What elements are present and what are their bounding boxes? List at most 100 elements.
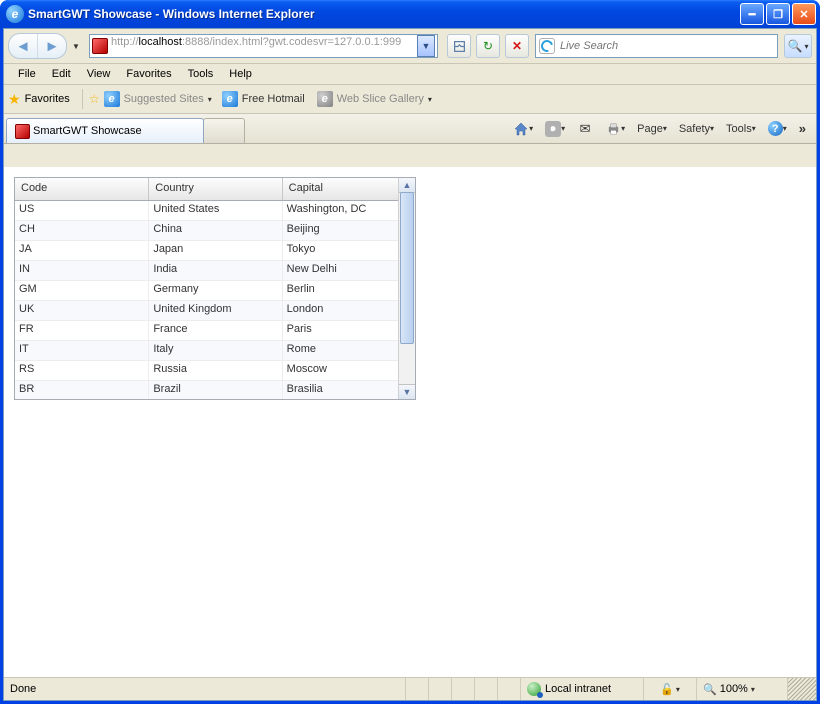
back-button[interactable]: ◄ bbox=[9, 34, 37, 58]
cell-capital: Moscow bbox=[283, 361, 415, 380]
cell-capital: Paris bbox=[283, 321, 415, 340]
col-country[interactable]: Country bbox=[149, 178, 282, 200]
country-grid: Code Country Capital USUnited StatesWash… bbox=[14, 177, 416, 400]
cell-country: Russia bbox=[149, 361, 282, 380]
ie-icon: e bbox=[104, 91, 120, 107]
menu-file[interactable]: File bbox=[10, 66, 44, 82]
cell-code: CH bbox=[15, 221, 149, 240]
safety-menu[interactable]: Safety ▾ bbox=[675, 118, 718, 140]
page-break-icon bbox=[453, 40, 466, 53]
address-bar[interactable]: http://localhost:8888/index.html?gwt.cod… bbox=[89, 34, 438, 58]
status-panes bbox=[405, 678, 520, 700]
ie-icon: e bbox=[222, 91, 238, 107]
cell-country: France bbox=[149, 321, 282, 340]
cell-capital: Rome bbox=[283, 341, 415, 360]
table-row[interactable]: INIndiaNew Delhi bbox=[15, 261, 415, 281]
col-capital[interactable]: Capital bbox=[283, 178, 415, 200]
scroll-down-button[interactable]: ▼ bbox=[399, 384, 415, 399]
overflow-button[interactable]: » bbox=[795, 118, 810, 140]
chevron-down-icon[interactable]: ▾ bbox=[208, 95, 212, 104]
menu-edit[interactable]: Edit bbox=[44, 66, 79, 82]
cell-country: India bbox=[149, 261, 282, 280]
zoom-control[interactable]: 🔍 100% ▾ bbox=[696, 678, 787, 700]
table-row[interactable]: USUnited StatesWashington, DC bbox=[15, 201, 415, 221]
status-pane bbox=[405, 678, 428, 700]
favorites-star-icon[interactable]: ★ bbox=[8, 91, 21, 108]
menu-view[interactable]: View bbox=[79, 66, 119, 82]
close-button[interactable]: ✕ bbox=[792, 3, 816, 25]
mail-icon: ✉ bbox=[577, 121, 593, 137]
feeds-button[interactable]: ๑▾ bbox=[541, 118, 569, 140]
tab-smartgwt-showcase[interactable]: SmartGWT Showcase bbox=[6, 118, 204, 143]
suggested-sites-link[interactable]: Suggested Sites bbox=[124, 93, 204, 105]
status-pane bbox=[428, 678, 451, 700]
grid-header: Code Country Capital bbox=[15, 178, 415, 201]
table-row[interactable]: GMGermanyBerlin bbox=[15, 281, 415, 301]
read-mail-button[interactable]: ✉ bbox=[573, 118, 597, 140]
table-row[interactable]: JAJapanTokyo bbox=[15, 241, 415, 261]
search-bar[interactable] bbox=[535, 34, 778, 58]
forward-button[interactable]: ► bbox=[37, 34, 66, 58]
compat-view-button[interactable] bbox=[447, 34, 471, 58]
search-button[interactable]: 🔍▾ bbox=[784, 34, 812, 58]
status-pane bbox=[474, 678, 497, 700]
minimize-button[interactable]: ━ bbox=[740, 3, 764, 25]
cell-code: BR bbox=[15, 381, 149, 399]
cell-capital: London bbox=[283, 301, 415, 320]
intranet-icon bbox=[527, 682, 541, 696]
protected-mode[interactable]: 🔓▾ bbox=[643, 678, 696, 700]
scroll-up-button[interactable]: ▲ bbox=[399, 178, 415, 193]
site-icon bbox=[92, 38, 108, 54]
nav-row: ◄ ► ▼ http://localhost:8888/index.html?g… bbox=[4, 29, 816, 64]
free-hotmail-link[interactable]: Free Hotmail bbox=[242, 93, 305, 105]
menu-favorites[interactable]: Favorites bbox=[118, 66, 179, 82]
search-input[interactable] bbox=[558, 35, 774, 57]
page-menu[interactable]: Page ▾ bbox=[633, 118, 671, 140]
ie-icon-gray: e bbox=[317, 91, 333, 107]
table-row[interactable]: RSRussiaMoscow bbox=[15, 361, 415, 381]
menubar: File Edit View Favorites Tools Help bbox=[4, 64, 816, 85]
page-content: Code Country Capital USUnited StatesWash… bbox=[4, 167, 816, 678]
favorites-label[interactable]: Favorites bbox=[25, 93, 70, 105]
table-row[interactable]: CHChinaBeijing bbox=[15, 221, 415, 241]
help-button[interactable]: ?▾ bbox=[764, 118, 791, 140]
table-row[interactable]: UKUnited KingdomLondon bbox=[15, 301, 415, 321]
print-button[interactable]: ▾ bbox=[601, 118, 629, 140]
window-title: SmartGWT Showcase - Windows Internet Exp… bbox=[28, 7, 315, 21]
menu-tools[interactable]: Tools bbox=[180, 66, 222, 82]
cell-country: China bbox=[149, 221, 282, 240]
cell-capital: Washington, DC bbox=[283, 201, 415, 220]
cell-country: United Kingdom bbox=[149, 301, 282, 320]
stop-button[interactable]: ✕ bbox=[505, 34, 529, 58]
resize-grip[interactable] bbox=[787, 678, 816, 700]
table-row[interactable]: FRFranceParis bbox=[15, 321, 415, 341]
url-field[interactable]: http://localhost:8888/index.html?gwt.cod… bbox=[111, 36, 417, 56]
home-button[interactable]: ▾ bbox=[509, 118, 537, 140]
cell-code: GM bbox=[15, 281, 149, 300]
titlebar: e SmartGWT Showcase - Windows Internet E… bbox=[0, 0, 820, 28]
table-row[interactable]: ITItalyRome bbox=[15, 341, 415, 361]
add-favorite-icon[interactable]: ☆ bbox=[89, 92, 100, 106]
security-zone[interactable]: Local intranet bbox=[520, 678, 643, 700]
browser-chrome: ◄ ► ▼ http://localhost:8888/index.html?g… bbox=[3, 28, 817, 701]
maximize-button[interactable]: ❐ bbox=[766, 3, 790, 25]
scroll-thumb[interactable] bbox=[400, 192, 414, 344]
tab-favicon-icon bbox=[15, 124, 30, 139]
menu-help[interactable]: Help bbox=[221, 66, 260, 82]
cell-country: Japan bbox=[149, 241, 282, 260]
cell-country: Italy bbox=[149, 341, 282, 360]
address-dropdown[interactable]: ▼ bbox=[417, 35, 435, 57]
cell-capital: Beijing bbox=[283, 221, 415, 240]
col-code[interactable]: Code bbox=[15, 178, 149, 200]
web-slice-link[interactable]: Web Slice Gallery bbox=[337, 93, 424, 105]
nav-history-dropdown[interactable]: ▼ bbox=[69, 34, 83, 58]
table-row[interactable]: BRBrazilBrasilia bbox=[15, 381, 415, 399]
grid-scrollbar[interactable]: ▲ ▼ bbox=[398, 178, 415, 399]
chevron-down-icon[interactable]: ▾ bbox=[428, 95, 432, 104]
tools-menu[interactable]: Tools ▾ bbox=[722, 118, 760, 140]
ie-logo-icon: e bbox=[6, 5, 24, 23]
new-tab-button[interactable] bbox=[203, 118, 245, 143]
status-bar: Done Local intranet 🔓▾ 🔍 100% ▾ bbox=[4, 677, 816, 700]
cell-capital: New Delhi bbox=[283, 261, 415, 280]
refresh-button[interactable]: ↻ bbox=[476, 34, 500, 58]
